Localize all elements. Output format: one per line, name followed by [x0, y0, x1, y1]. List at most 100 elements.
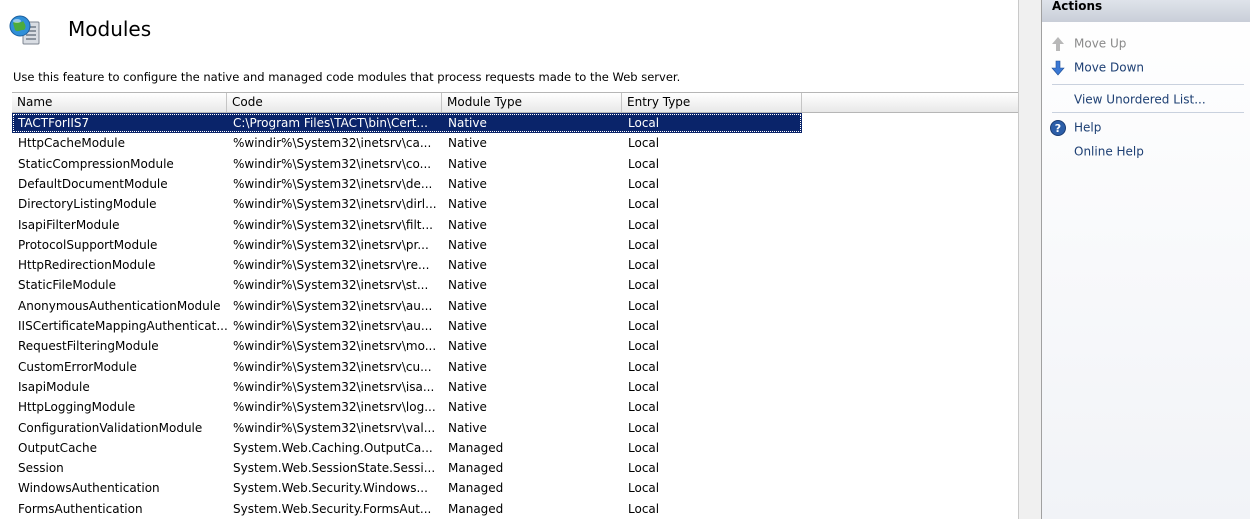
modules-panel: Modules Use this feature to configure th…: [0, 0, 1018, 519]
cell-entry-type: Local: [628, 278, 660, 293]
cell-code: %windir%\System32\inetsrv\ca...: [233, 136, 432, 151]
table-row[interactable]: HttpCacheModule %windir%\System32\inetsrv…: [12, 133, 802, 153]
cell-module-type: Native: [448, 278, 487, 293]
cell-module-type: Native: [448, 116, 487, 130]
table-row[interactable]: CustomErrorModule %windir%\System32\inets…: [12, 357, 802, 377]
table-row[interactable]: WindowsAuthentication System.Web.Security…: [12, 478, 802, 498]
cell-module-type: Native: [448, 258, 487, 273]
table-row[interactable]: DirectoryListingModule %windir%\System32\…: [12, 194, 802, 214]
cell-entry-type: Local: [628, 359, 660, 374]
cell-module-type: Native: [448, 298, 487, 313]
table-row[interactable]: HttpRedirectionModule %windir%\System32\i…: [12, 255, 802, 275]
cell-name: IsapiFilterModule: [18, 217, 120, 232]
cell-entry-type: Local: [628, 420, 660, 435]
cell-module-type: Native: [448, 420, 487, 435]
cell-name: OutputCache: [18, 440, 98, 455]
table-row[interactable]: ConfigurationValidationModule %windir%\Sy…: [12, 418, 802, 438]
cell-entry-type: Local: [628, 400, 660, 415]
cell-entry-type: Local: [628, 501, 660, 516]
table-row[interactable]: IISCertificateMappingAuthenticat... %wind…: [12, 316, 802, 336]
cell-name: CustomErrorModule: [18, 359, 137, 374]
cell-code: System.Web.Security.Windows...: [233, 481, 428, 496]
help-label: Help: [1074, 120, 1102, 135]
view-unordered-list-action[interactable]: View Unordered List...: [1050, 89, 1206, 109]
view-unordered-list-label: View Unordered List...: [1074, 92, 1206, 107]
online-help-action[interactable]: Online Help: [1050, 141, 1144, 161]
cell-module-type: Managed: [448, 481, 504, 496]
cell-name: WindowsAuthentication: [18, 481, 160, 496]
cell-code: %windir%\System32\inetsrv\val...: [233, 420, 436, 435]
cell-entry-type: Local: [628, 156, 660, 171]
cell-code: %windir%\System32\inetsrv\mo...: [233, 339, 437, 354]
cell-name: DefaultDocumentModule: [18, 176, 168, 191]
table-row[interactable]: StaticCompressionModule %windir%\System32…: [12, 154, 802, 174]
actions-header: Actions: [1042, 0, 1250, 22]
cell-entry-type: Local: [628, 197, 660, 212]
cell-code: %windir%\System32\inetsrv\log...: [233, 400, 436, 415]
cell-module-type: Native: [448, 217, 487, 232]
column-header-entry-type[interactable]: Entry Type: [622, 93, 802, 112]
cell-code: System.Web.Security.FormsAut...: [233, 501, 432, 516]
cell-entry-type: Local: [628, 136, 660, 151]
move-down-action[interactable]: Move Down: [1050, 57, 1144, 77]
table-row[interactable]: FormsAuthentication System.Web.Security.F…: [12, 499, 802, 519]
cell-name: RequestFilteringModule: [18, 339, 159, 354]
cell-entry-type: Local: [628, 461, 660, 476]
actions-divider: [1052, 84, 1244, 85]
cell-module-type: Managed: [448, 501, 504, 516]
cell-name: AnonymousAuthenticationModule: [18, 298, 221, 313]
table-row[interactable]: IsapiFilterModule %windir%\System32\inets…: [12, 215, 802, 235]
table-row[interactable]: ProtocolSupportModule %windir%\System32\i…: [12, 235, 802, 255]
table-row[interactable]: Session System.Web.SessionState.Sessi... M…: [12, 458, 802, 478]
cell-module-type: Managed: [448, 440, 504, 455]
svg-text:?: ?: [1055, 122, 1061, 135]
cell-name: ConfigurationValidationModule: [18, 420, 203, 435]
table-row[interactable]: AnonymousAuthenticationModule %windir%\Sy…: [12, 296, 802, 316]
cell-module-type: Native: [448, 136, 487, 151]
move-up-action[interactable]: Move Up: [1050, 33, 1126, 53]
arrow-down-icon: [1050, 60, 1066, 76]
cell-module-type: Native: [448, 359, 487, 374]
cell-module-type: Native: [448, 319, 487, 333]
cell-name: IsapiModule: [18, 379, 90, 394]
page-title: Modules: [68, 17, 152, 41]
table-row[interactable]: IsapiModule %windir%\System32\inetsrv\isa…: [12, 377, 802, 397]
cell-entry-type: Local: [628, 440, 660, 455]
table-row[interactable]: TACTForIIS7 C:\Program Files\TACT\bin\Cer…: [12, 113, 802, 134]
cell-name: DirectoryListingModule: [18, 197, 157, 212]
panel-splitter[interactable]: [1018, 0, 1042, 519]
cell-code: %windir%\System32\inetsrv\au...: [233, 319, 433, 333]
help-icon: ?: [1050, 119, 1066, 136]
cell-module-type: Native: [448, 197, 487, 212]
table-row[interactable]: OutputCache System.Web.Caching.OutputCa..…: [12, 438, 802, 458]
cell-entry-type: Local: [628, 319, 660, 333]
page-description: Use this feature to configure the native…: [13, 70, 681, 84]
table-row[interactable]: DefaultDocumentModule %windir%\System32\i…: [12, 174, 802, 194]
cell-name: IISCertificateMappingAuthenticat...: [18, 319, 227, 333]
cell-code: %windir%\System32\inetsrv\filt...: [233, 217, 433, 232]
cell-module-type: Native: [448, 237, 487, 252]
column-header-name[interactable]: Name: [12, 93, 227, 112]
spacer-icon: [1050, 92, 1066, 108]
table-row[interactable]: StaticFileModule %windir%\System32\inetsr…: [12, 275, 802, 295]
cell-code: C:\Program Files\TACT\bin\Cert...: [233, 116, 428, 130]
cell-code: %windir%\System32\inetsrv\de...: [233, 176, 433, 191]
cell-name: HttpRedirectionModule: [18, 258, 156, 273]
column-header-code[interactable]: Code: [227, 93, 442, 112]
cell-code: %windir%\System32\inetsrv\co...: [233, 156, 432, 171]
cell-code: %windir%\System32\inetsrv\st...: [233, 278, 429, 293]
cell-name: StaticFileModule: [18, 278, 117, 293]
cell-module-type: Native: [448, 400, 487, 415]
cell-name: HttpCacheModule: [18, 136, 126, 151]
cell-module-type: Native: [448, 176, 487, 191]
table-row[interactable]: HttpLoggingModule %windir%\System32\inets…: [12, 397, 802, 417]
cell-code: %windir%\System32\inetsrv\re...: [233, 258, 430, 273]
cell-entry-type: Local: [628, 237, 660, 252]
cell-entry-type: Local: [628, 217, 660, 232]
modules-list[interactable]: Name Code Module Type Entry Type TACTFor…: [12, 92, 1018, 519]
actions-pane: Actions Move Up Move Down View Unordered…: [1042, 0, 1250, 519]
table-row[interactable]: RequestFilteringModule %windir%\System32\…: [12, 336, 802, 356]
help-action[interactable]: ? Help: [1050, 117, 1101, 137]
cell-name: StaticCompressionModule: [18, 156, 174, 171]
column-header-module-type[interactable]: Module Type: [442, 93, 622, 112]
